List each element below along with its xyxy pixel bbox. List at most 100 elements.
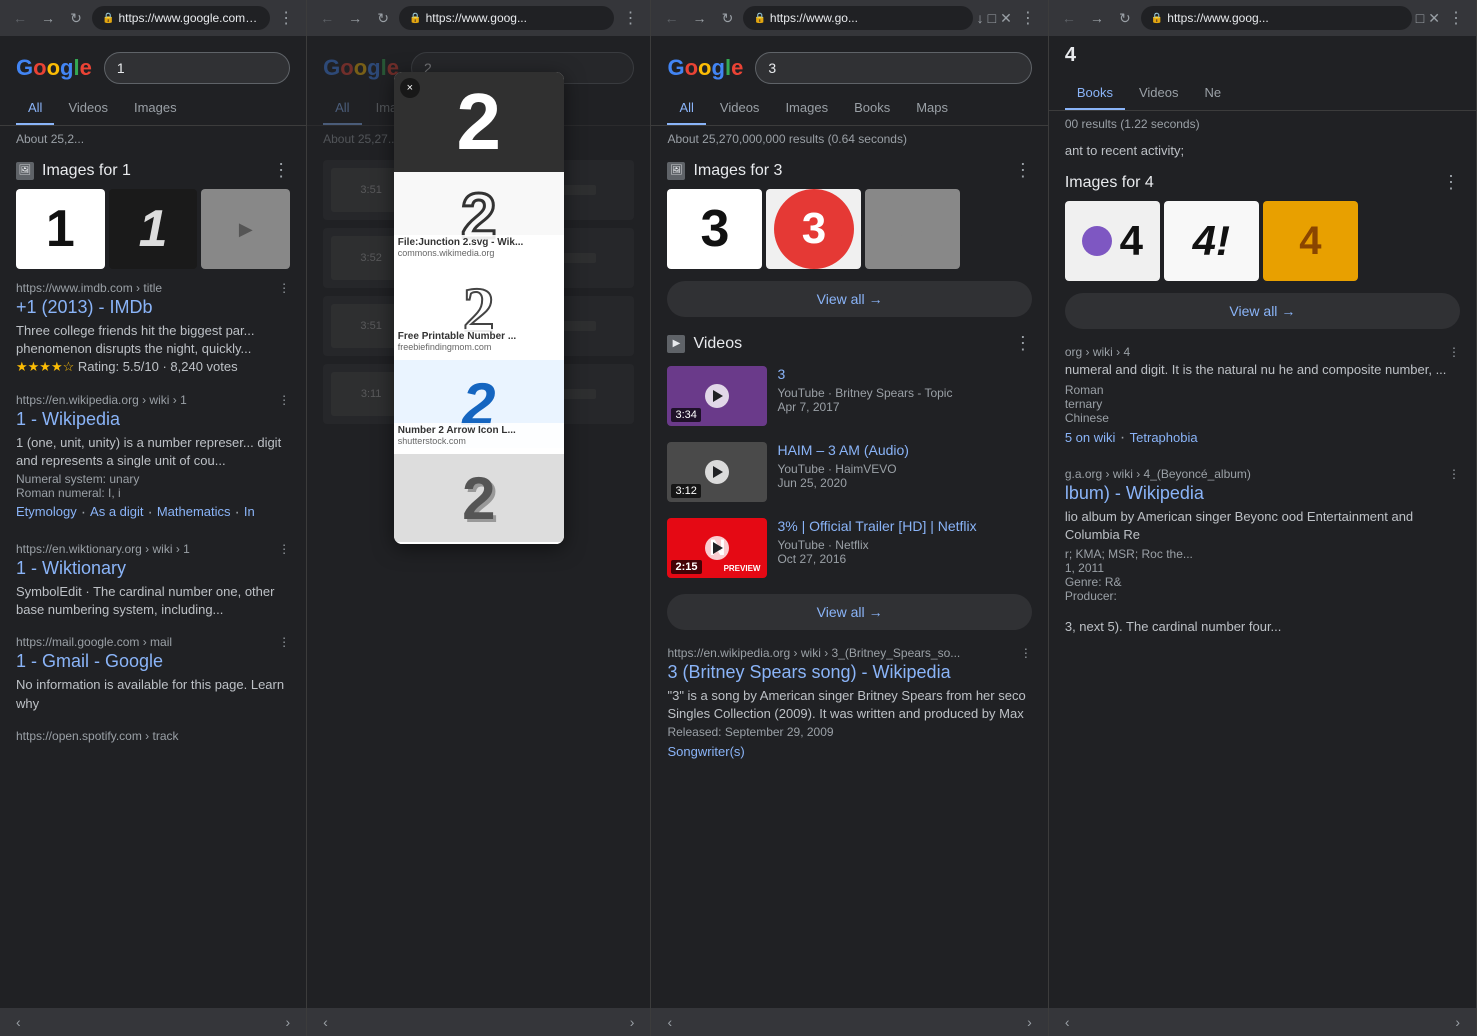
view-all-images-4[interactable]: View all →	[1065, 293, 1460, 329]
overlay-img-3[interactable]: 2 Number 2 Arrow Icon L... shutterstock.…	[394, 360, 564, 450]
overlay-img-2[interactable]: 2 Free Printable Number ... freebiefindi…	[394, 266, 564, 356]
image-thumb-1b[interactable]: 1	[109, 189, 198, 269]
overlay-img-1[interactable]: 2 File:Junction 2.svg - Wik... commons.w…	[394, 172, 564, 262]
address-bar-4[interactable]: 🔒 https://www.goog...	[1141, 6, 1412, 30]
result-menu-wikt[interactable]: ⋮	[278, 542, 290, 556]
scroll-right-3[interactable]: ›	[1019, 1012, 1040, 1032]
result-menu-gmail[interactable]: ⋮	[278, 635, 290, 649]
scroll-right-2[interactable]: ›	[622, 1012, 643, 1032]
result-menu-wiki-3[interactable]: ⋮	[1020, 646, 1032, 660]
scroll-right-1[interactable]: ›	[277, 1012, 298, 1032]
address-bar-1[interactable]: 🔒 https://www.google.com/search?q=1	[92, 6, 270, 30]
scroll-left-1[interactable]: ‹	[8, 1012, 29, 1032]
video-title-3a[interactable]: 3	[777, 366, 1031, 382]
video-card-3c[interactable]: N 2:15 PREVIEW 3% | Official Trailer [HD…	[651, 510, 1047, 586]
tab-all-2[interactable]: All	[323, 92, 361, 125]
address-bar-2[interactable]: 🔒 https://www.goog...	[399, 6, 614, 30]
result-menu-beyonce[interactable]: ⋮	[1448, 467, 1460, 481]
result-menu-wiki-1[interactable]: ⋮	[278, 393, 290, 407]
tab-videos-3[interactable]: Videos	[708, 92, 772, 125]
tab-books-3[interactable]: Books	[842, 92, 902, 125]
wiki-link-math[interactable]: Mathematics	[157, 504, 231, 522]
menu-btn-4[interactable]: ⋮	[1444, 8, 1468, 28]
result-title-wiki-3[interactable]: 3 (Britney Spears song) - Wikipedia	[667, 662, 1031, 683]
page-content-1: Google 1 All Videos Images About 25,2...…	[0, 36, 306, 1008]
tab-all-1[interactable]: All	[16, 92, 54, 125]
menu-btn-1[interactable]: ⋮	[274, 8, 298, 28]
tab-maps-3[interactable]: Maps	[904, 92, 960, 125]
tab-images-1[interactable]: Images	[122, 92, 189, 125]
refresh-btn-4[interactable]: ↻	[1113, 6, 1137, 30]
view-all-images-3[interactable]: View all →	[667, 281, 1031, 317]
overlay-img-4[interactable]: 2	[394, 454, 564, 544]
image-thumb-3a[interactable]: 3	[667, 189, 762, 269]
menu-btn-2[interactable]: ⋮	[618, 8, 642, 28]
wiki-link-digit[interactable]: As a digit	[90, 504, 143, 522]
video-card-3b[interactable]: 3:12 HAIM – 3 AM (Audio) YouTube · HaimV…	[651, 434, 1047, 510]
result-menu-wiki-4[interactable]: ⋮	[1448, 345, 1460, 359]
scroll-arrows-1: ‹ ›	[0, 1008, 306, 1036]
images-menu-1[interactable]: ⋮	[272, 160, 290, 181]
back-btn-1[interactable]: ←	[8, 6, 32, 30]
videos-menu-3[interactable]: ⋮	[1014, 333, 1032, 354]
image-thumb-3b[interactable]: 3	[766, 189, 861, 269]
scroll-left-3[interactable]: ‹	[659, 1012, 680, 1032]
images-menu-3[interactable]: ⋮	[1014, 160, 1032, 181]
video-title-3c[interactable]: 3% | Official Trailer [HD] | Netflix	[777, 518, 1031, 534]
back-btn-2[interactable]: ←	[315, 6, 339, 30]
image-thumb-3c[interactable]: 3%	[865, 189, 960, 269]
scroll-right-4[interactable]: ›	[1447, 1012, 1468, 1032]
image-thumb-1c[interactable]: ▶	[201, 189, 290, 269]
result-title-wiki-1[interactable]: 1 - Wikipedia	[16, 409, 290, 430]
tab-ne-4[interactable]: Ne	[1193, 77, 1234, 110]
images-section-header-4: Images for 4 ⋮	[1049, 164, 1476, 197]
wiki-link-songwriters-3[interactable]: Songwriter(s)	[667, 744, 744, 759]
close-icon-4[interactable]: ✕	[1428, 10, 1440, 27]
close-icon[interactable]: ×	[401, 79, 419, 97]
tab-all-3[interactable]: All	[667, 92, 705, 125]
image-thumb-1a[interactable]: 1	[16, 189, 105, 269]
result-title-gmail[interactable]: 1 - Gmail - Google	[16, 651, 290, 672]
forward-btn-2[interactable]: →	[343, 6, 367, 30]
back-btn-3[interactable]: ←	[659, 6, 683, 30]
video-card-3a[interactable]: 3:34 3 YouTube · Britney Spears - Topic …	[651, 358, 1047, 434]
overlay-close-btn[interactable]: ×	[400, 78, 420, 98]
view-all-videos-3[interactable]: View all →	[667, 594, 1031, 630]
restore-icon-4[interactable]: □	[1416, 10, 1424, 26]
close-icon-3[interactable]: ✕	[1000, 10, 1012, 27]
back-btn-4[interactable]: ←	[1057, 6, 1081, 30]
search-box-1[interactable]: 1	[104, 52, 290, 84]
refresh-btn-3[interactable]: ↻	[715, 6, 739, 30]
refresh-btn-1[interactable]: ↻	[64, 6, 88, 30]
result-menu-imdb[interactable]: ⋮	[278, 281, 290, 295]
wiki-link-5-4[interactable]: 5 on wiki	[1065, 430, 1116, 445]
scroll-left-4[interactable]: ‹	[1057, 1012, 1078, 1032]
scroll-left-2[interactable]: ‹	[315, 1012, 336, 1032]
video-title-3b[interactable]: HAIM – 3 AM (Audio)	[777, 442, 1031, 458]
tab-videos-1[interactable]: Videos	[56, 92, 120, 125]
result-url-gmail: https://mail.google.com › mail ⋮	[16, 635, 290, 649]
image-thumb-4c[interactable]: 4	[1263, 201, 1358, 281]
wiki-link-tetra[interactable]: Tetraphobia	[1130, 430, 1198, 445]
image-thumb-4a[interactable]: 4	[1065, 201, 1160, 281]
search-box-3[interactable]: 3	[755, 52, 1032, 84]
refresh-btn-2[interactable]: ↻	[371, 6, 395, 30]
restore-icon-3[interactable]: □	[988, 10, 996, 26]
menu-btn-3[interactable]: ⋮	[1016, 8, 1040, 28]
forward-btn-4[interactable]: →	[1085, 6, 1109, 30]
tab-images-3[interactable]: Images	[773, 92, 840, 125]
forward-btn-1[interactable]: →	[36, 6, 60, 30]
red-circle-3: 3	[774, 189, 854, 269]
image-thumb-4b[interactable]: 4!	[1164, 201, 1259, 281]
result-title-beyonce[interactable]: lbum) - Wikipedia	[1065, 483, 1460, 504]
tab-books-4[interactable]: Books	[1065, 77, 1125, 110]
wiki-link-etymology[interactable]: Etymology	[16, 504, 77, 522]
result-title-imdb[interactable]: +1 (2013) - IMDb	[16, 297, 290, 318]
forward-btn-3[interactable]: →	[687, 6, 711, 30]
download-icon-3[interactable]: ↓	[977, 10, 984, 26]
tab-videos-4[interactable]: Videos	[1127, 77, 1191, 110]
wiki-link-in[interactable]: In	[244, 504, 255, 522]
address-bar-3[interactable]: 🔒 https://www.go...	[743, 6, 972, 30]
images-menu-4[interactable]: ⋮	[1442, 172, 1460, 193]
result-title-wikt[interactable]: 1 - Wiktionary	[16, 558, 290, 579]
